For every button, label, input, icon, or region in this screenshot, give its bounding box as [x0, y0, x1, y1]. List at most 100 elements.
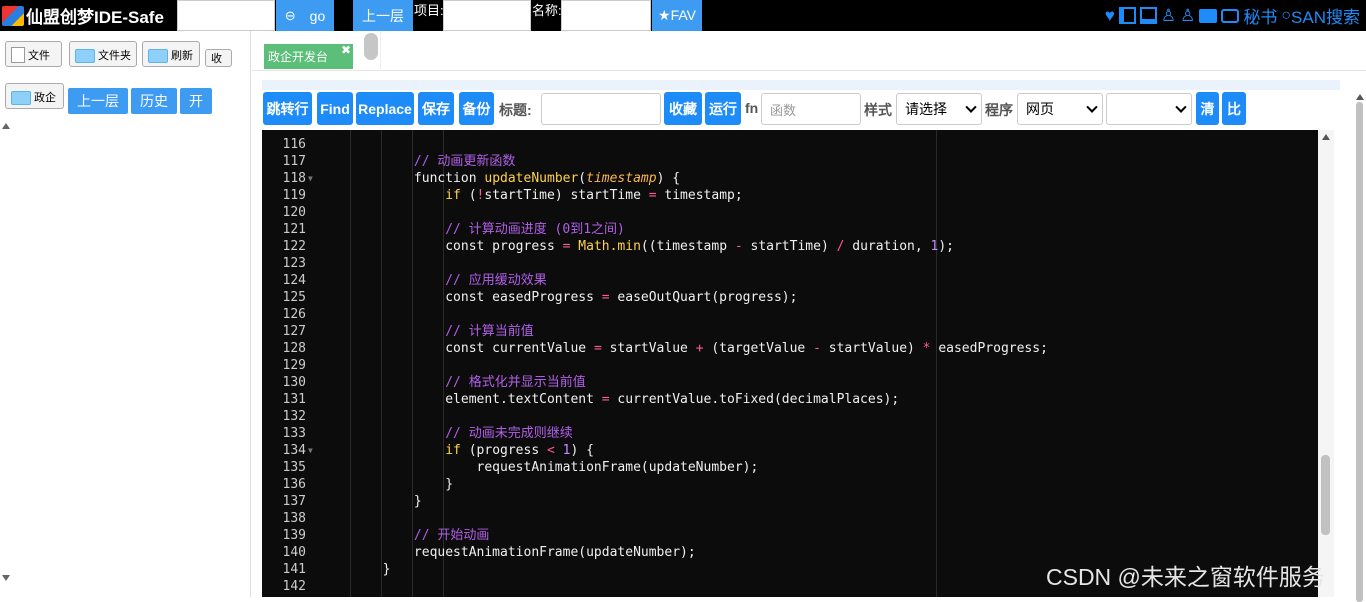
save-button[interactable]: 保存	[418, 92, 454, 125]
code-text: // 动画更新函数	[413, 154, 516, 169]
code-line[interactable]: 126	[262, 306, 1318, 323]
close-icon[interactable]: ✖	[341, 43, 351, 57]
fav-button[interactable]: ★FAV	[652, 0, 702, 31]
style-select[interactable]: 请选择	[896, 93, 982, 125]
code-line[interactable]: 139 // 开始动画	[262, 527, 1318, 544]
code-line[interactable]: 138	[262, 510, 1318, 527]
scroll-down-arrow[interactable]	[2, 575, 10, 581]
code-text: }	[320, 494, 422, 509]
go-button[interactable]: ⊖ go	[276, 0, 334, 31]
code-text: requestAnimationFrame(updateNumber);	[320, 545, 696, 560]
briefcase-icon[interactable]	[1221, 8, 1240, 23]
new-file-button[interactable]: 文件	[5, 41, 62, 67]
code-line[interactable]: 119 if (!startTime) startTime = timestam…	[262, 187, 1318, 204]
topbar-up-button[interactable]: 上一层	[353, 0, 413, 31]
code-editor[interactable]: 116 117 // 动画更新函数 118 ▼ function updateNumb…	[262, 130, 1318, 597]
fold-arrow-icon[interactable]: ▼	[308, 170, 313, 187]
scroll-up-arrow[interactable]	[2, 123, 10, 129]
code-line[interactable]: 121 // 计算动画进度 (0到1之间)	[262, 221, 1318, 238]
new-folder-button[interactable]: 文件夹	[69, 41, 137, 67]
code-line[interactable]: 127 // 计算当前值	[262, 323, 1318, 340]
line-number: 136	[282, 477, 306, 492]
replace-button[interactable]: Replace	[356, 92, 414, 125]
tab-gov-dev[interactable]: 政企开发台 ✖	[264, 43, 353, 69]
code-text: }	[320, 477, 454, 492]
project-input[interactable]	[443, 0, 531, 31]
file-tree-panel: 文件 文件夹 刷新 收 政企 上一层 历史 开	[0, 31, 251, 597]
compare-button[interactable]: 比	[1222, 92, 1246, 125]
title-input[interactable]	[541, 93, 661, 125]
scroll-up-arrow[interactable]	[1356, 94, 1364, 100]
file-icon	[11, 47, 25, 63]
heart-icon[interactable]: ♥	[1105, 6, 1115, 26]
folder-icon[interactable]	[1199, 8, 1218, 23]
code-line[interactable]: 116	[262, 136, 1318, 153]
code-line[interactable]: 129	[262, 357, 1318, 374]
code-line[interactable]: 122 const progress = Math.min((timestamp…	[262, 238, 1318, 255]
topbar-icons: ♥ ♙ ♙ 秘书 ○ SAN搜索	[1105, 0, 1360, 31]
run-button[interactable]: 运行	[705, 92, 741, 125]
code-line[interactable]: 118 ▼ function updateNumber(timestamp) {	[262, 170, 1318, 187]
open-button[interactable]: 开	[180, 88, 212, 114]
line-number: 123	[282, 256, 306, 271]
code-line[interactable]: 132	[262, 408, 1318, 425]
fold-arrow-icon[interactable]: ▼	[308, 442, 313, 459]
gov-folder-button[interactable]: 政企	[5, 83, 64, 109]
line-number: 137	[282, 494, 306, 509]
san-search-link[interactable]: SAN搜索	[1291, 3, 1360, 28]
code-line[interactable]: 125 const easedProgress = easeOutQuart(p…	[262, 289, 1318, 306]
layout-bottom-icon[interactable]	[1139, 7, 1157, 24]
code-line[interactable]: 133 // 动画未完成则继续	[262, 425, 1318, 442]
clear-button[interactable]: 清	[1196, 92, 1219, 125]
code-text: // 计算当前值	[445, 324, 534, 339]
tab-scroll-handle[interactable]	[364, 33, 378, 60]
code-line[interactable]: 131 element.textContent = currentValue.t…	[262, 391, 1318, 408]
program-label: 程序	[985, 102, 1013, 118]
name-label: 名称:	[532, 3, 562, 18]
line-number: 116	[282, 137, 306, 152]
secretary-link[interactable]: 秘书	[1243, 3, 1277, 28]
line-number: 139	[282, 528, 306, 543]
function-input[interactable]: 函数	[761, 93, 861, 125]
code-text: // 应用缓动效果	[445, 273, 547, 288]
code-line[interactable]: 128 const currentValue = startValue + (t…	[262, 340, 1318, 357]
extra-select[interactable]	[1106, 93, 1192, 125]
page-scrollbar[interactable]	[1354, 90, 1366, 602]
user-alt-icon[interactable]: ♙	[1180, 6, 1195, 26]
code-text: function updateNumber(timestamp) {	[320, 171, 681, 186]
line-number: 141	[282, 562, 306, 577]
scroll-thumb[interactable]	[1321, 455, 1330, 535]
code-line[interactable]: 136 }	[262, 476, 1318, 493]
scroll-thumb[interactable]	[1356, 102, 1363, 602]
collect-button[interactable]: 收藏	[664, 92, 702, 125]
path-input[interactable]	[177, 0, 275, 31]
history-button[interactable]: 历史	[131, 88, 177, 114]
jump-line-button[interactable]: 跳转行	[263, 92, 312, 125]
program-select[interactable]: 网页	[1017, 93, 1103, 125]
layout-left-icon[interactable]	[1118, 7, 1136, 24]
user-icon[interactable]: ♙	[1161, 6, 1176, 26]
line-number: 126	[282, 307, 306, 322]
code-line[interactable]: 135 requestAnimationFrame(updateNumber);	[262, 459, 1318, 476]
code-line[interactable]: 130 // 格式化并显示当前值	[262, 374, 1318, 391]
backup-button[interactable]: 备份	[459, 92, 494, 125]
code-line[interactable]: 134 ▼ if (progress < 1) {	[262, 442, 1318, 459]
code-text: if (!startTime) startTime = timestamp;	[445, 188, 743, 203]
find-button[interactable]: Find	[317, 92, 353, 125]
code-line[interactable]: 124 // 应用缓动效果	[262, 272, 1318, 289]
search-icon[interactable]: ○	[1281, 7, 1291, 25]
collapse-button[interactable]: 收	[205, 49, 232, 67]
line-number: 130	[282, 375, 306, 390]
name-input[interactable]	[561, 0, 651, 31]
chevron-down-icon	[965, 101, 977, 113]
code-line[interactable]: 123	[262, 255, 1318, 272]
editor-scrollbar[interactable]	[1318, 130, 1334, 597]
scroll-up-arrow[interactable]	[1322, 134, 1330, 140]
code-line[interactable]: 120	[262, 204, 1318, 221]
watermark: CSDN @未来之窗软件服务	[1046, 564, 1325, 590]
tree-up-button[interactable]: 上一层	[68, 88, 128, 114]
refresh-button[interactable]: 刷新	[142, 41, 200, 67]
code-line[interactable]: 137 }	[262, 493, 1318, 510]
fn-label: fn	[745, 100, 759, 116]
code-line[interactable]: 117 // 动画更新函数	[262, 153, 1318, 170]
